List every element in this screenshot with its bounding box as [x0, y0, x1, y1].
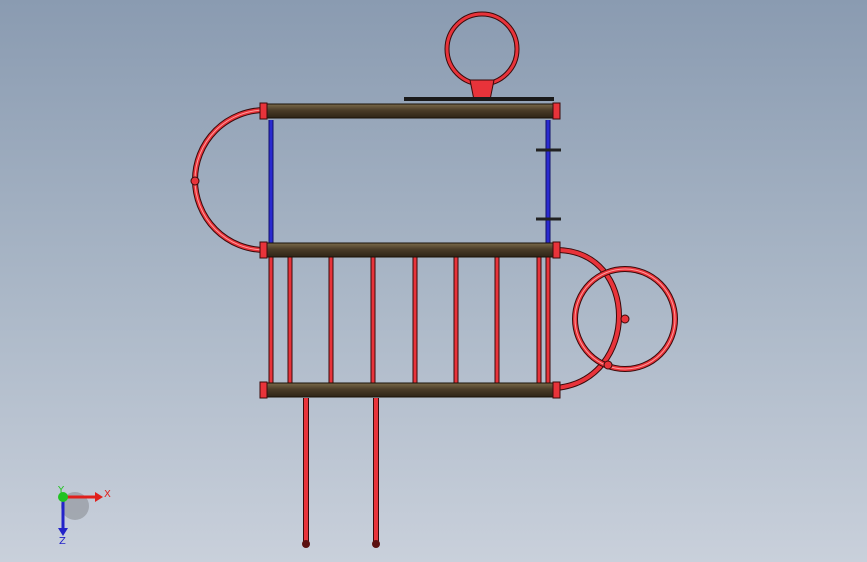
z-axis-label: Z — [59, 536, 66, 547]
coordinate-triad: X Y Z — [57, 485, 111, 547]
basketball-hoop — [404, 11, 554, 101]
y-axis-label: Y — [57, 485, 65, 496]
upper-left-arc-tube — [190, 107, 266, 253]
x-axis-label: X — [104, 489, 111, 500]
model-drawing: X Y Z — [57, 11, 678, 548]
ladder-rungs — [268, 257, 551, 383]
right-ring-tubes — [555, 247, 678, 391]
beam-top — [259, 102, 561, 120]
beam-middle — [259, 241, 561, 259]
hanging-legs — [302, 398, 380, 548]
cad-viewport[interactable]: X Y Z — [0, 0, 867, 562]
beam-bottom — [259, 381, 561, 399]
blue-side-rods — [268, 120, 561, 243]
